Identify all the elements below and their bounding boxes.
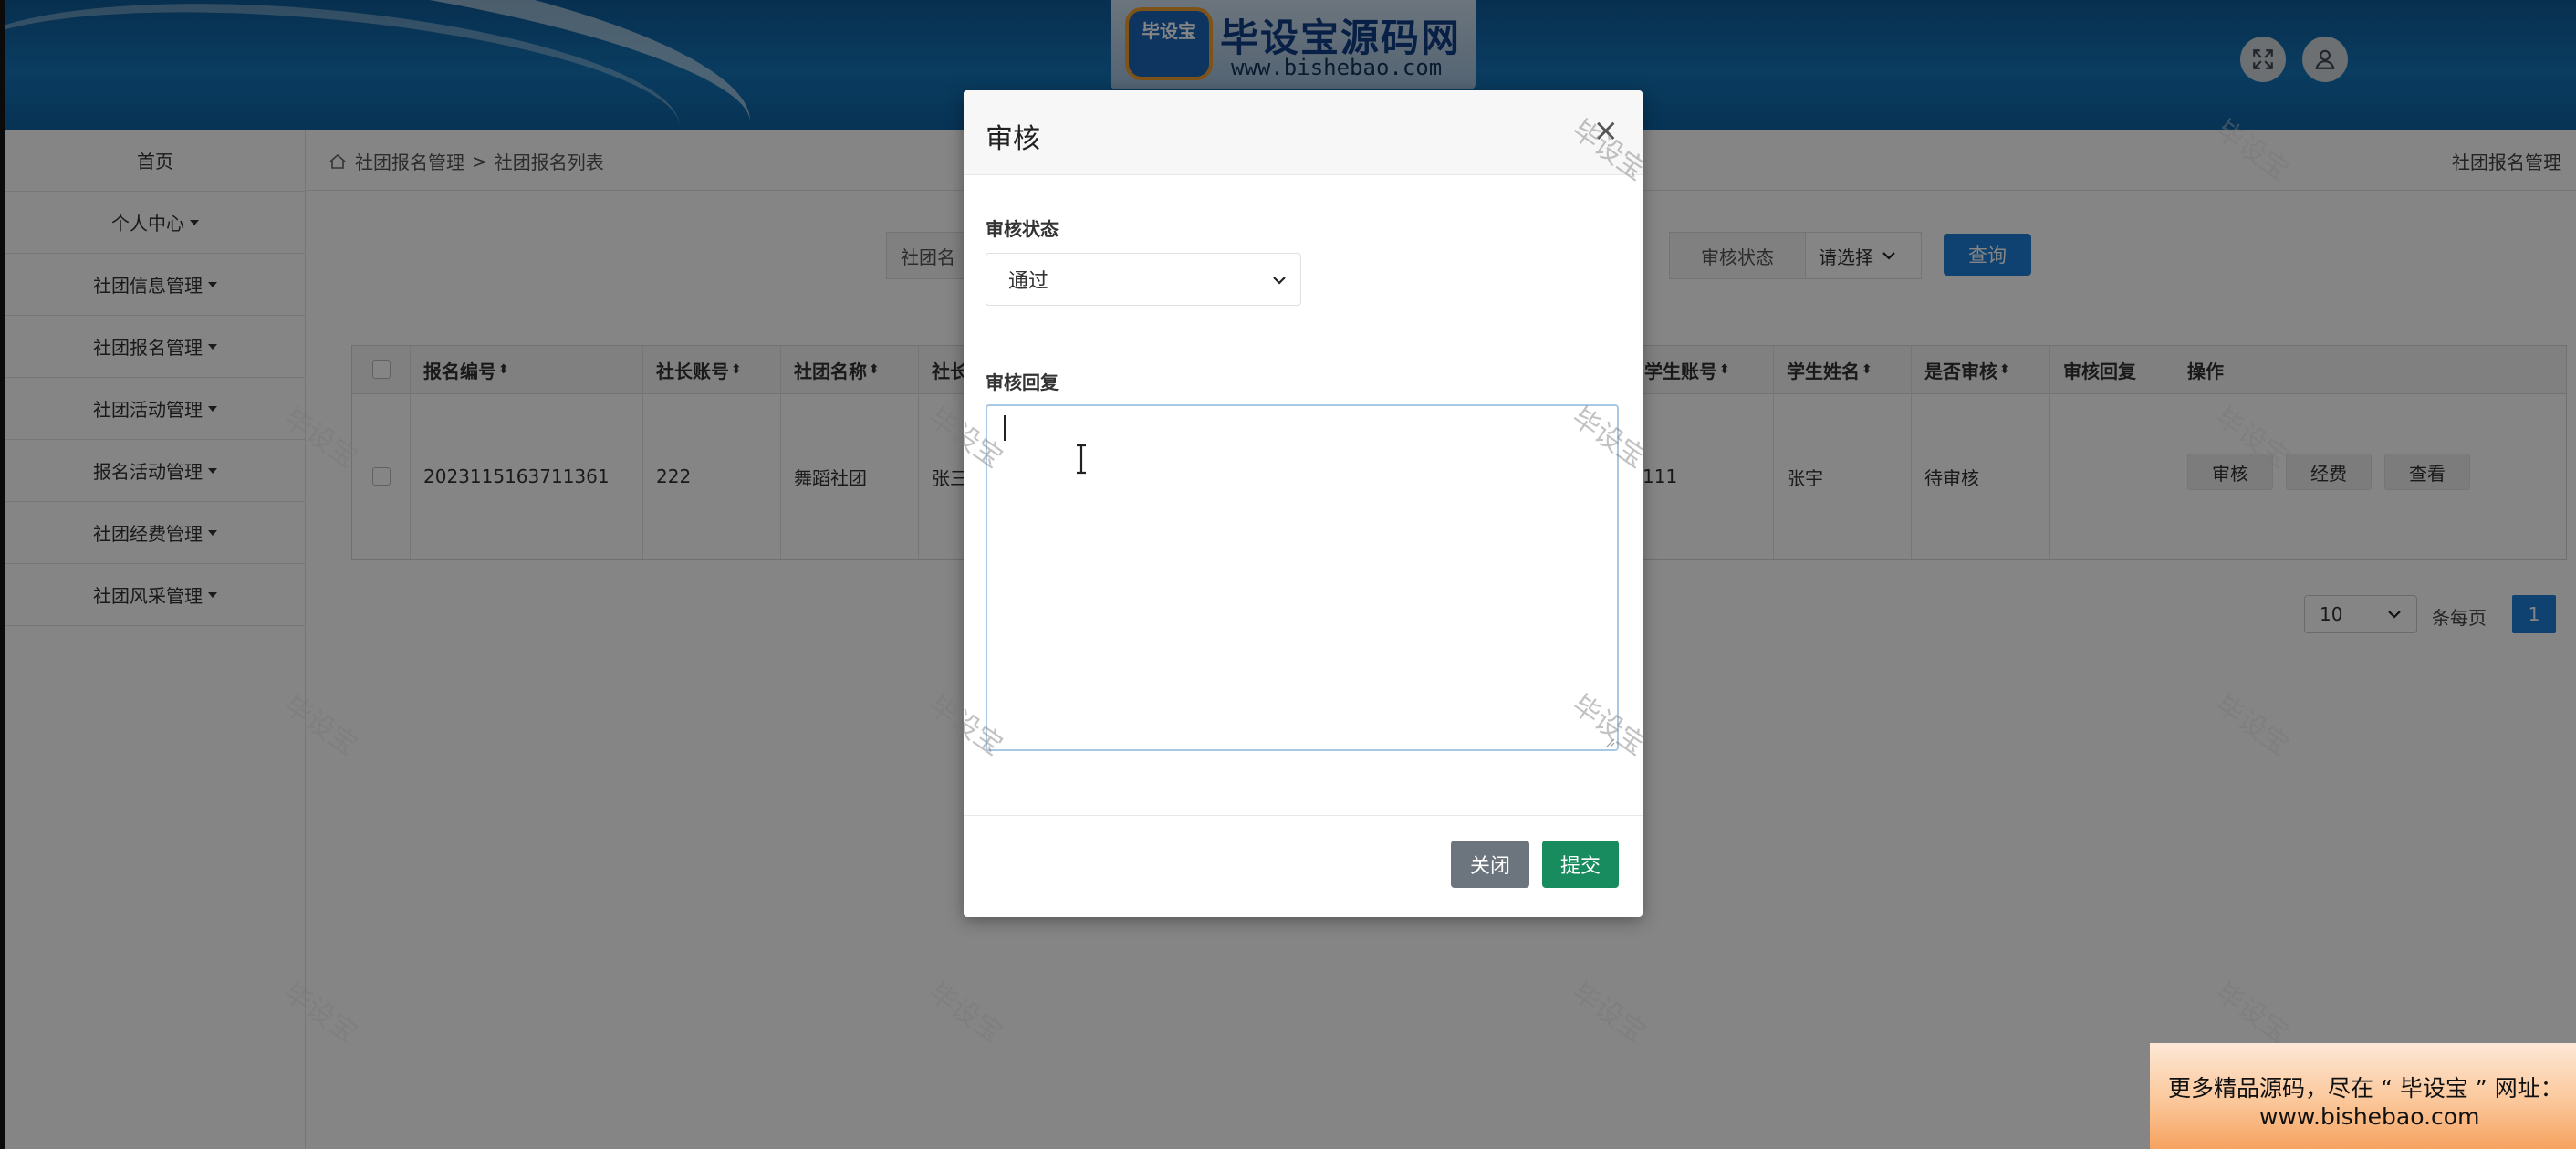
review-status-label: 审核状态 bbox=[986, 218, 1059, 240]
review-status-select[interactable]: 通过 bbox=[986, 253, 1301, 306]
promo-url: www.bishebao.com bbox=[2259, 1103, 2480, 1130]
review-reply-label: 审核回复 bbox=[986, 371, 1059, 393]
dialog-header: 审核 × bbox=[964, 90, 1643, 175]
review-dialog: 审核 × 审核状态 通过 审核回复 关闭 提交 bbox=[964, 90, 1643, 917]
chevron-down-icon bbox=[1273, 277, 1286, 285]
close-icon[interactable]: × bbox=[1593, 112, 1620, 149]
submit-button[interactable]: 提交 bbox=[1542, 841, 1619, 888]
dialog-title: 审核 bbox=[986, 123, 1040, 155]
dialog-footer-divider bbox=[964, 815, 1643, 816]
text-caret bbox=[1004, 415, 1006, 441]
resize-grip-icon[interactable] bbox=[1604, 736, 1615, 747]
text-cursor-icon bbox=[1077, 444, 1086, 475]
promo-banner[interactable]: 更多精品源码，尽在 “ 毕设宝 ” 网址： www.bishebao.com bbox=[2150, 1043, 2576, 1149]
close-button[interactable]: 关闭 bbox=[1451, 841, 1529, 888]
review-status-value: 通过 bbox=[1008, 270, 1049, 293]
promo-text: 更多精品源码，尽在 “ 毕设宝 ” 网址： bbox=[2168, 1075, 2563, 1102]
